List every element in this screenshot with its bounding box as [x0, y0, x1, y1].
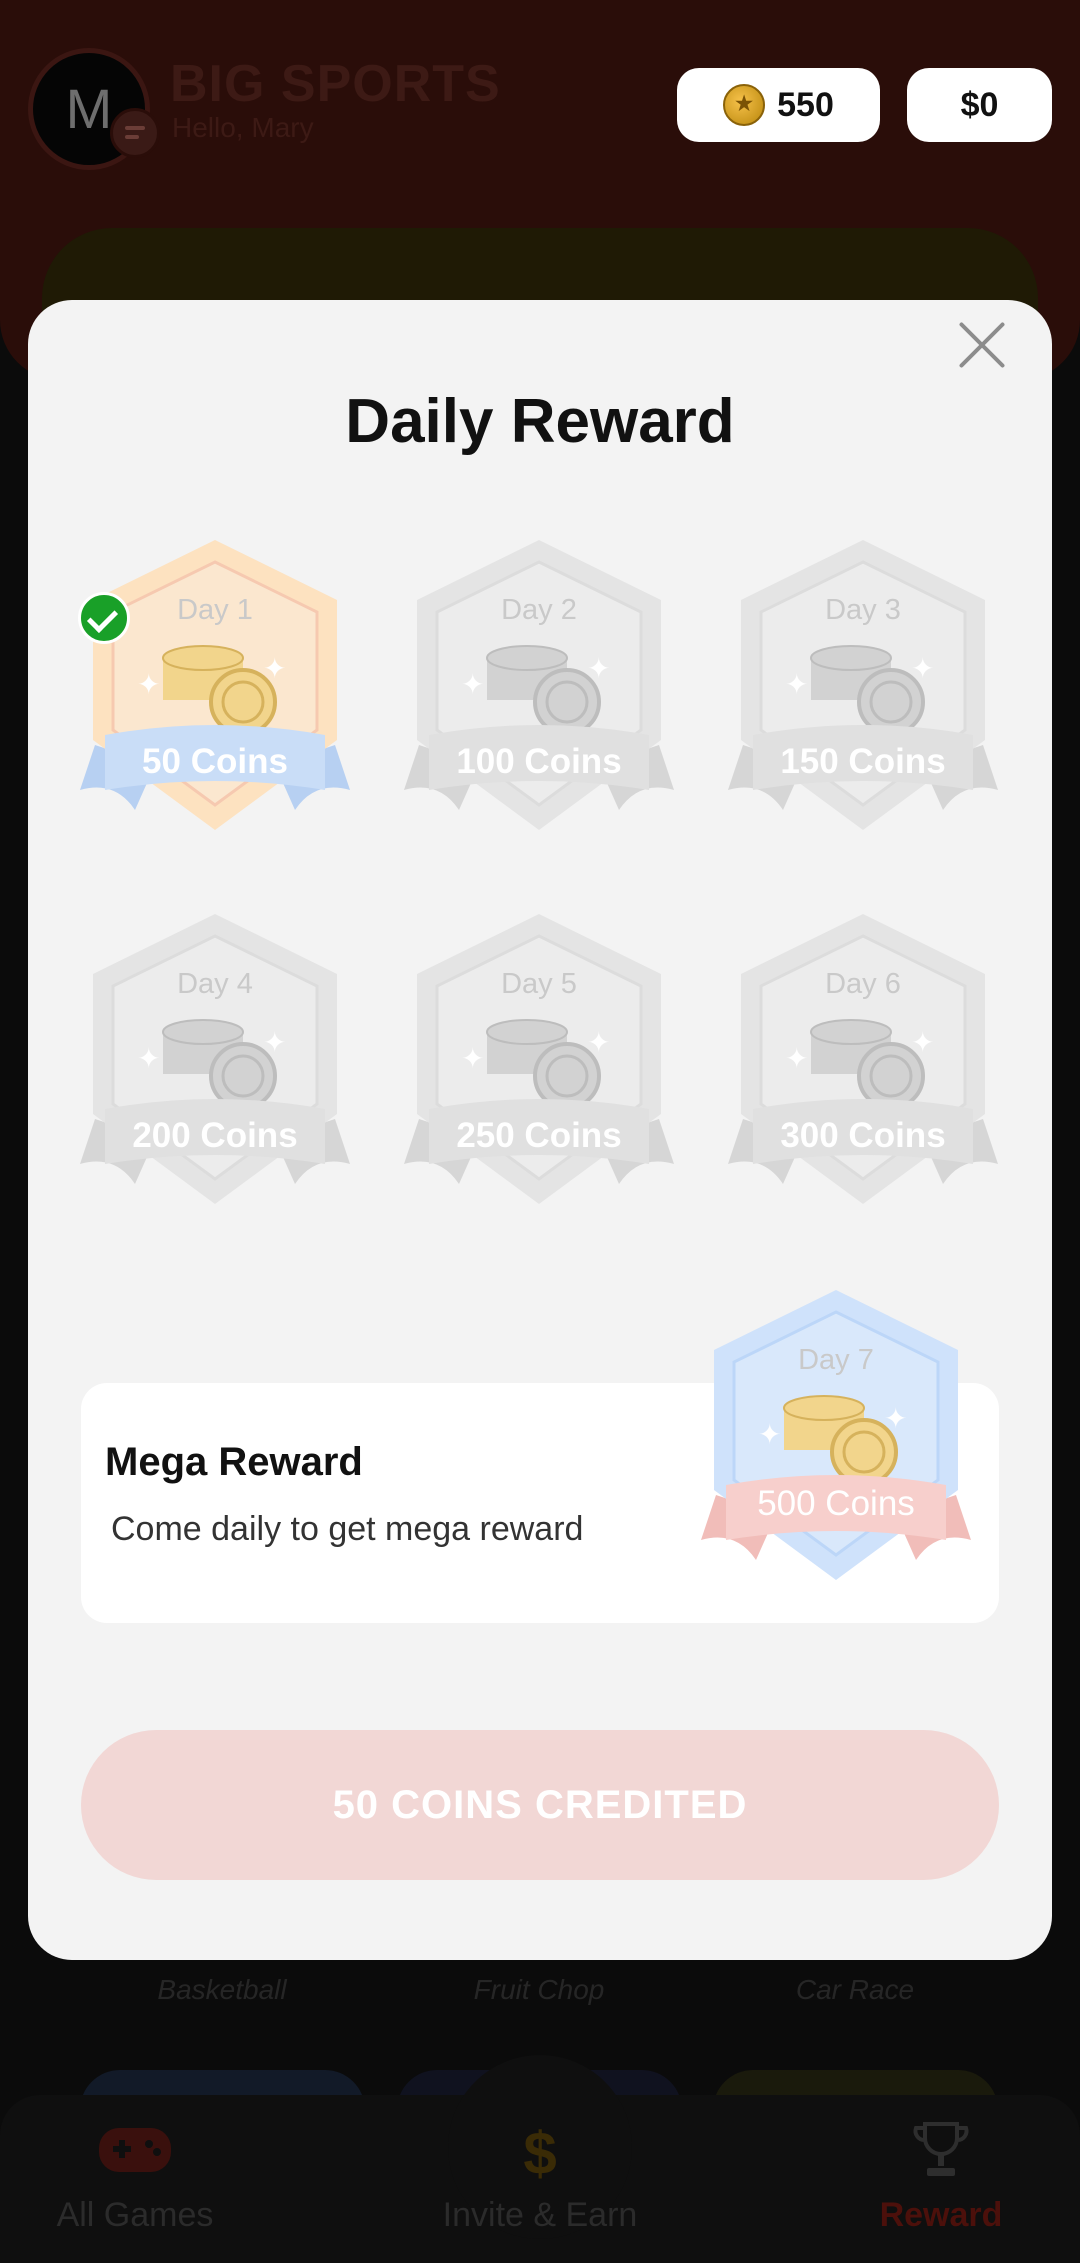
game-label-fruit-chop[interactable]: Fruit Chop — [389, 1974, 689, 2006]
reward-day-label: Day 5 — [501, 968, 577, 1000]
reward-day-label: Day 7 — [798, 1344, 874, 1376]
mega-reward-badge[interactable]: Day 7 ✦ ✦ 500 Coins — [696, 1290, 976, 1610]
nav-label: Invite & Earn — [442, 2196, 638, 2234]
sparkle-icon: ✦ — [461, 1043, 485, 1074]
reward-amount-label: 150 Coins — [780, 742, 946, 781]
nav-item-reward[interactable]: Reward — [811, 2118, 1071, 2235]
coin-balance-value: 550 — [777, 85, 834, 124]
sparkle-icon: ✦ — [587, 1027, 611, 1058]
reward-amount-label: 100 Coins — [456, 742, 622, 781]
nav-item-all-games[interactable]: All Games — [5, 2118, 265, 2235]
reward-day-badge[interactable]: Day 3 ✦ ✦ 150 Coins — [723, 540, 1003, 860]
sparkle-icon: ✦ — [884, 1403, 908, 1434]
sparkle-icon: ✦ — [263, 1027, 287, 1058]
app-title: BIG SPORTS — [170, 55, 501, 113]
coins-credited-button[interactable]: 50 COINS CREDITED — [81, 1730, 999, 1880]
coin-balance-pill[interactable]: 550 — [677, 68, 880, 142]
sparkle-icon: ✦ — [137, 1043, 161, 1074]
nav-item-invite-earn[interactable]: $ Invite & Earn — [410, 2118, 670, 2235]
sparkle-icon: ✦ — [911, 653, 935, 684]
modal-title: Daily Reward — [345, 387, 735, 456]
reward-day-badge[interactable]: Day 6 ✦ ✦ 300 Coins — [723, 914, 1003, 1234]
reward-day-label: Day 2 — [501, 594, 577, 626]
gamepad-icon — [5, 2118, 265, 2190]
nav-label: Reward — [879, 2196, 1003, 2234]
dollar-icon: $ — [523, 2120, 557, 2187]
reward-amount-label: 200 Coins — [132, 1116, 298, 1155]
message-icon[interactable] — [110, 108, 160, 158]
coin-icon — [723, 84, 766, 126]
reward-amount-label: 50 Coins — [142, 742, 288, 781]
reward-day-badge[interactable]: Day 4 ✦ ✦ 200 Coins — [75, 914, 355, 1234]
cash-balance-pill[interactable]: $0 — [907, 68, 1052, 142]
reward-day-label: Day 3 — [825, 594, 901, 626]
sparkle-icon: ✦ — [758, 1419, 782, 1450]
game-label-car-race[interactable]: Car Race — [705, 1974, 1005, 2006]
reward-amount-label: 250 Coins — [456, 1116, 622, 1155]
game-label-basketball[interactable]: Basketball — [72, 1974, 372, 2006]
close-icon[interactable] — [955, 318, 1009, 372]
mega-reward-subtitle: Come daily to get mega reward — [111, 1510, 584, 1548]
reward-day-badge[interactable]: Day 5 ✦ ✦ 250 Coins — [399, 914, 679, 1234]
user-greeting: Hello, Mary — [172, 112, 314, 143]
reward-day-label: Day 6 — [825, 968, 901, 1000]
mega-reward-title: Mega Reward — [105, 1440, 363, 1484]
sparkle-icon: ✦ — [785, 1043, 809, 1074]
sparkle-icon: ✦ — [911, 1027, 935, 1058]
reward-amount-label: 300 Coins — [780, 1116, 946, 1155]
cash-balance-value: $0 — [960, 85, 999, 124]
sparkle-icon: ✦ — [263, 653, 287, 684]
reward-amount-label: 500 Coins — [757, 1484, 915, 1523]
sparkle-icon: ✦ — [137, 669, 161, 700]
nav-label: All Games — [56, 2196, 214, 2234]
sparkle-icon: ✦ — [785, 669, 809, 700]
sparkle-icon: ✦ — [587, 653, 611, 684]
reward-day-badge[interactable]: Day 2 ✦ ✦ 100 Coins — [399, 540, 679, 860]
claimed-check-icon — [78, 592, 130, 644]
sparkle-icon: ✦ — [461, 669, 485, 700]
reward-day-badge[interactable]: Day 1 ✦ ✦ 50 Coins — [75, 540, 355, 860]
trophy-icon — [811, 2118, 1071, 2190]
reward-day-label: Day 4 — [177, 968, 253, 1000]
